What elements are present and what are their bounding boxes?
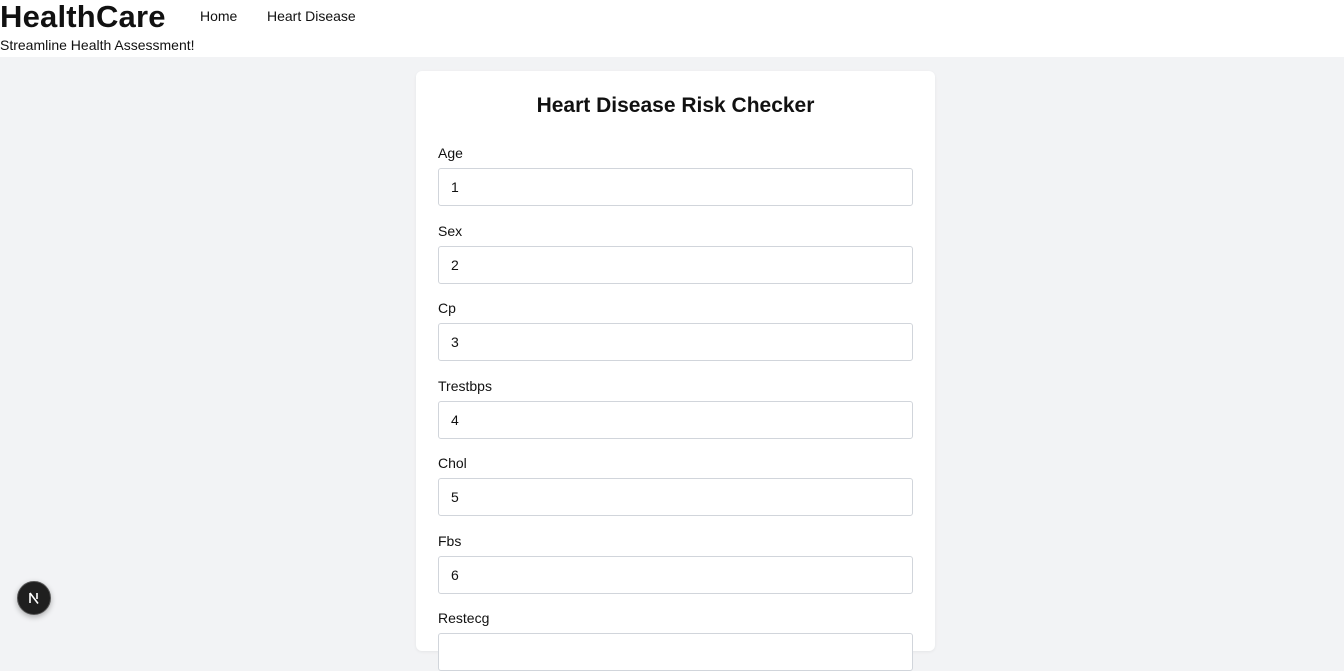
nav-home-link[interactable]: Home: [200, 8, 237, 24]
fbs-input[interactable]: [438, 556, 913, 594]
risk-checker-card: Heart Disease Risk Checker Age Sex Cp Tr…: [416, 71, 935, 671]
site-header: HealthCare Streamline Health Assessment!…: [0, 0, 1344, 57]
cp-input[interactable]: [438, 323, 913, 361]
nextjs-icon: [29, 592, 39, 604]
cp-label: Cp: [438, 300, 456, 316]
age-label: Age: [438, 145, 463, 161]
sex-label: Sex: [438, 223, 463, 239]
nav-heart-disease-link[interactable]: Heart Disease: [267, 8, 356, 24]
brand-logo[interactable]: HealthCare: [0, 0, 166, 34]
nextjs-devtools-button[interactable]: [17, 581, 51, 615]
restecg-input[interactable]: [438, 633, 913, 671]
fbs-label: Fbs: [438, 533, 462, 549]
chol-label: Chol: [438, 455, 467, 471]
page-title: Heart Disease Risk Checker: [536, 94, 815, 117]
age-input[interactable]: [438, 168, 913, 206]
trestbps-input[interactable]: [438, 401, 913, 439]
trestbps-label: Trestbps: [438, 378, 492, 394]
tagline: Streamline Health Assessment!: [0, 37, 195, 53]
sex-input[interactable]: [438, 246, 913, 284]
chol-input[interactable]: [438, 478, 913, 516]
restecg-label: Restecg: [438, 610, 490, 626]
